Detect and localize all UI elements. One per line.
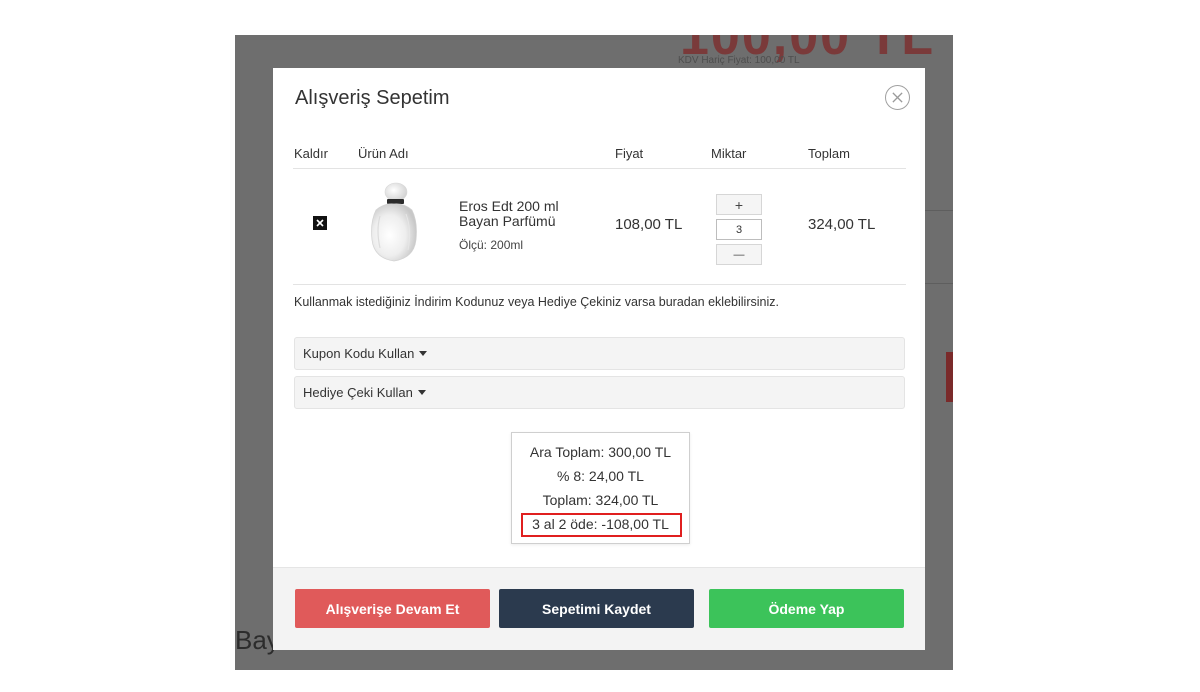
product-image[interactable] <box>366 182 422 264</box>
background-kdv-text: KDV Hariç Fiyat: 100,00 TL <box>678 55 800 66</box>
close-icon <box>316 219 324 227</box>
background-divider <box>925 210 953 211</box>
table-divider <box>293 284 906 285</box>
product-price: 108,00 TL <box>615 216 683 233</box>
cart-modal: Alışveriş Sepetim Kaldır Ürün Adı Fiyat … <box>273 68 925 650</box>
coupon-info-text: Kullanmak istediğiniz İndirim Kodunuz ve… <box>294 295 779 309</box>
continue-shopping-button[interactable]: Alışverişe Devam Et <box>295 589 490 628</box>
save-cart-button[interactable]: Sepetimi Kaydet <box>499 589 694 628</box>
quantity-decrease-button[interactable]: — <box>716 244 762 265</box>
caret-down-icon <box>419 351 428 356</box>
table-divider <box>293 168 906 169</box>
close-button[interactable] <box>885 85 910 110</box>
order-summary: Ara Toplam: 300,00 TL % 8: 24,00 TL Topl… <box>511 432 690 544</box>
column-header-remove: Kaldır <box>294 146 328 161</box>
background-red-button-edge <box>946 352 953 402</box>
subtotal-text: Ara Toplam: 300,00 TL <box>529 444 672 460</box>
coupon-code-toggle[interactable]: Kupon Kodu Kullan <box>294 337 905 370</box>
total-text: Toplam: 324,00 TL <box>542 492 659 508</box>
discount-text: 3 al 2 öde: -108,00 TL <box>532 516 669 532</box>
remove-item-button[interactable] <box>313 216 327 230</box>
product-total: 324,00 TL <box>808 216 876 233</box>
coupon-code-label: Kupon Kodu Kullan <box>303 346 415 361</box>
background-divider <box>925 283 953 284</box>
product-name[interactable]: Eros Edt 200 ml Bayan Parfümü <box>459 199 599 229</box>
caret-down-icon <box>417 390 426 395</box>
product-size: Ölçü: 200ml <box>459 238 524 252</box>
column-header-quantity: Miktar <box>711 146 747 161</box>
column-header-total: Toplam <box>808 146 850 161</box>
column-header-product-name: Ürün Adı <box>358 146 409 161</box>
gift-voucher-label: Hediye Çeki Kullan <box>303 385 413 400</box>
close-icon <box>892 92 903 103</box>
column-header-price: Fiyat <box>615 146 644 161</box>
modal-title: Alışveriş Sepetim <box>295 87 450 109</box>
quantity-increase-button[interactable]: + <box>716 194 762 215</box>
quantity-input[interactable] <box>716 219 762 240</box>
checkout-button[interactable]: Ödeme Yap <box>709 589 904 628</box>
modal-footer: Alışverişe Devam Et Sepetimi Kaydet Ödem… <box>273 567 925 650</box>
gift-voucher-toggle[interactable]: Hediye Çeki Kullan <box>294 376 905 409</box>
tax-text: % 8: 24,00 TL <box>557 468 644 484</box>
